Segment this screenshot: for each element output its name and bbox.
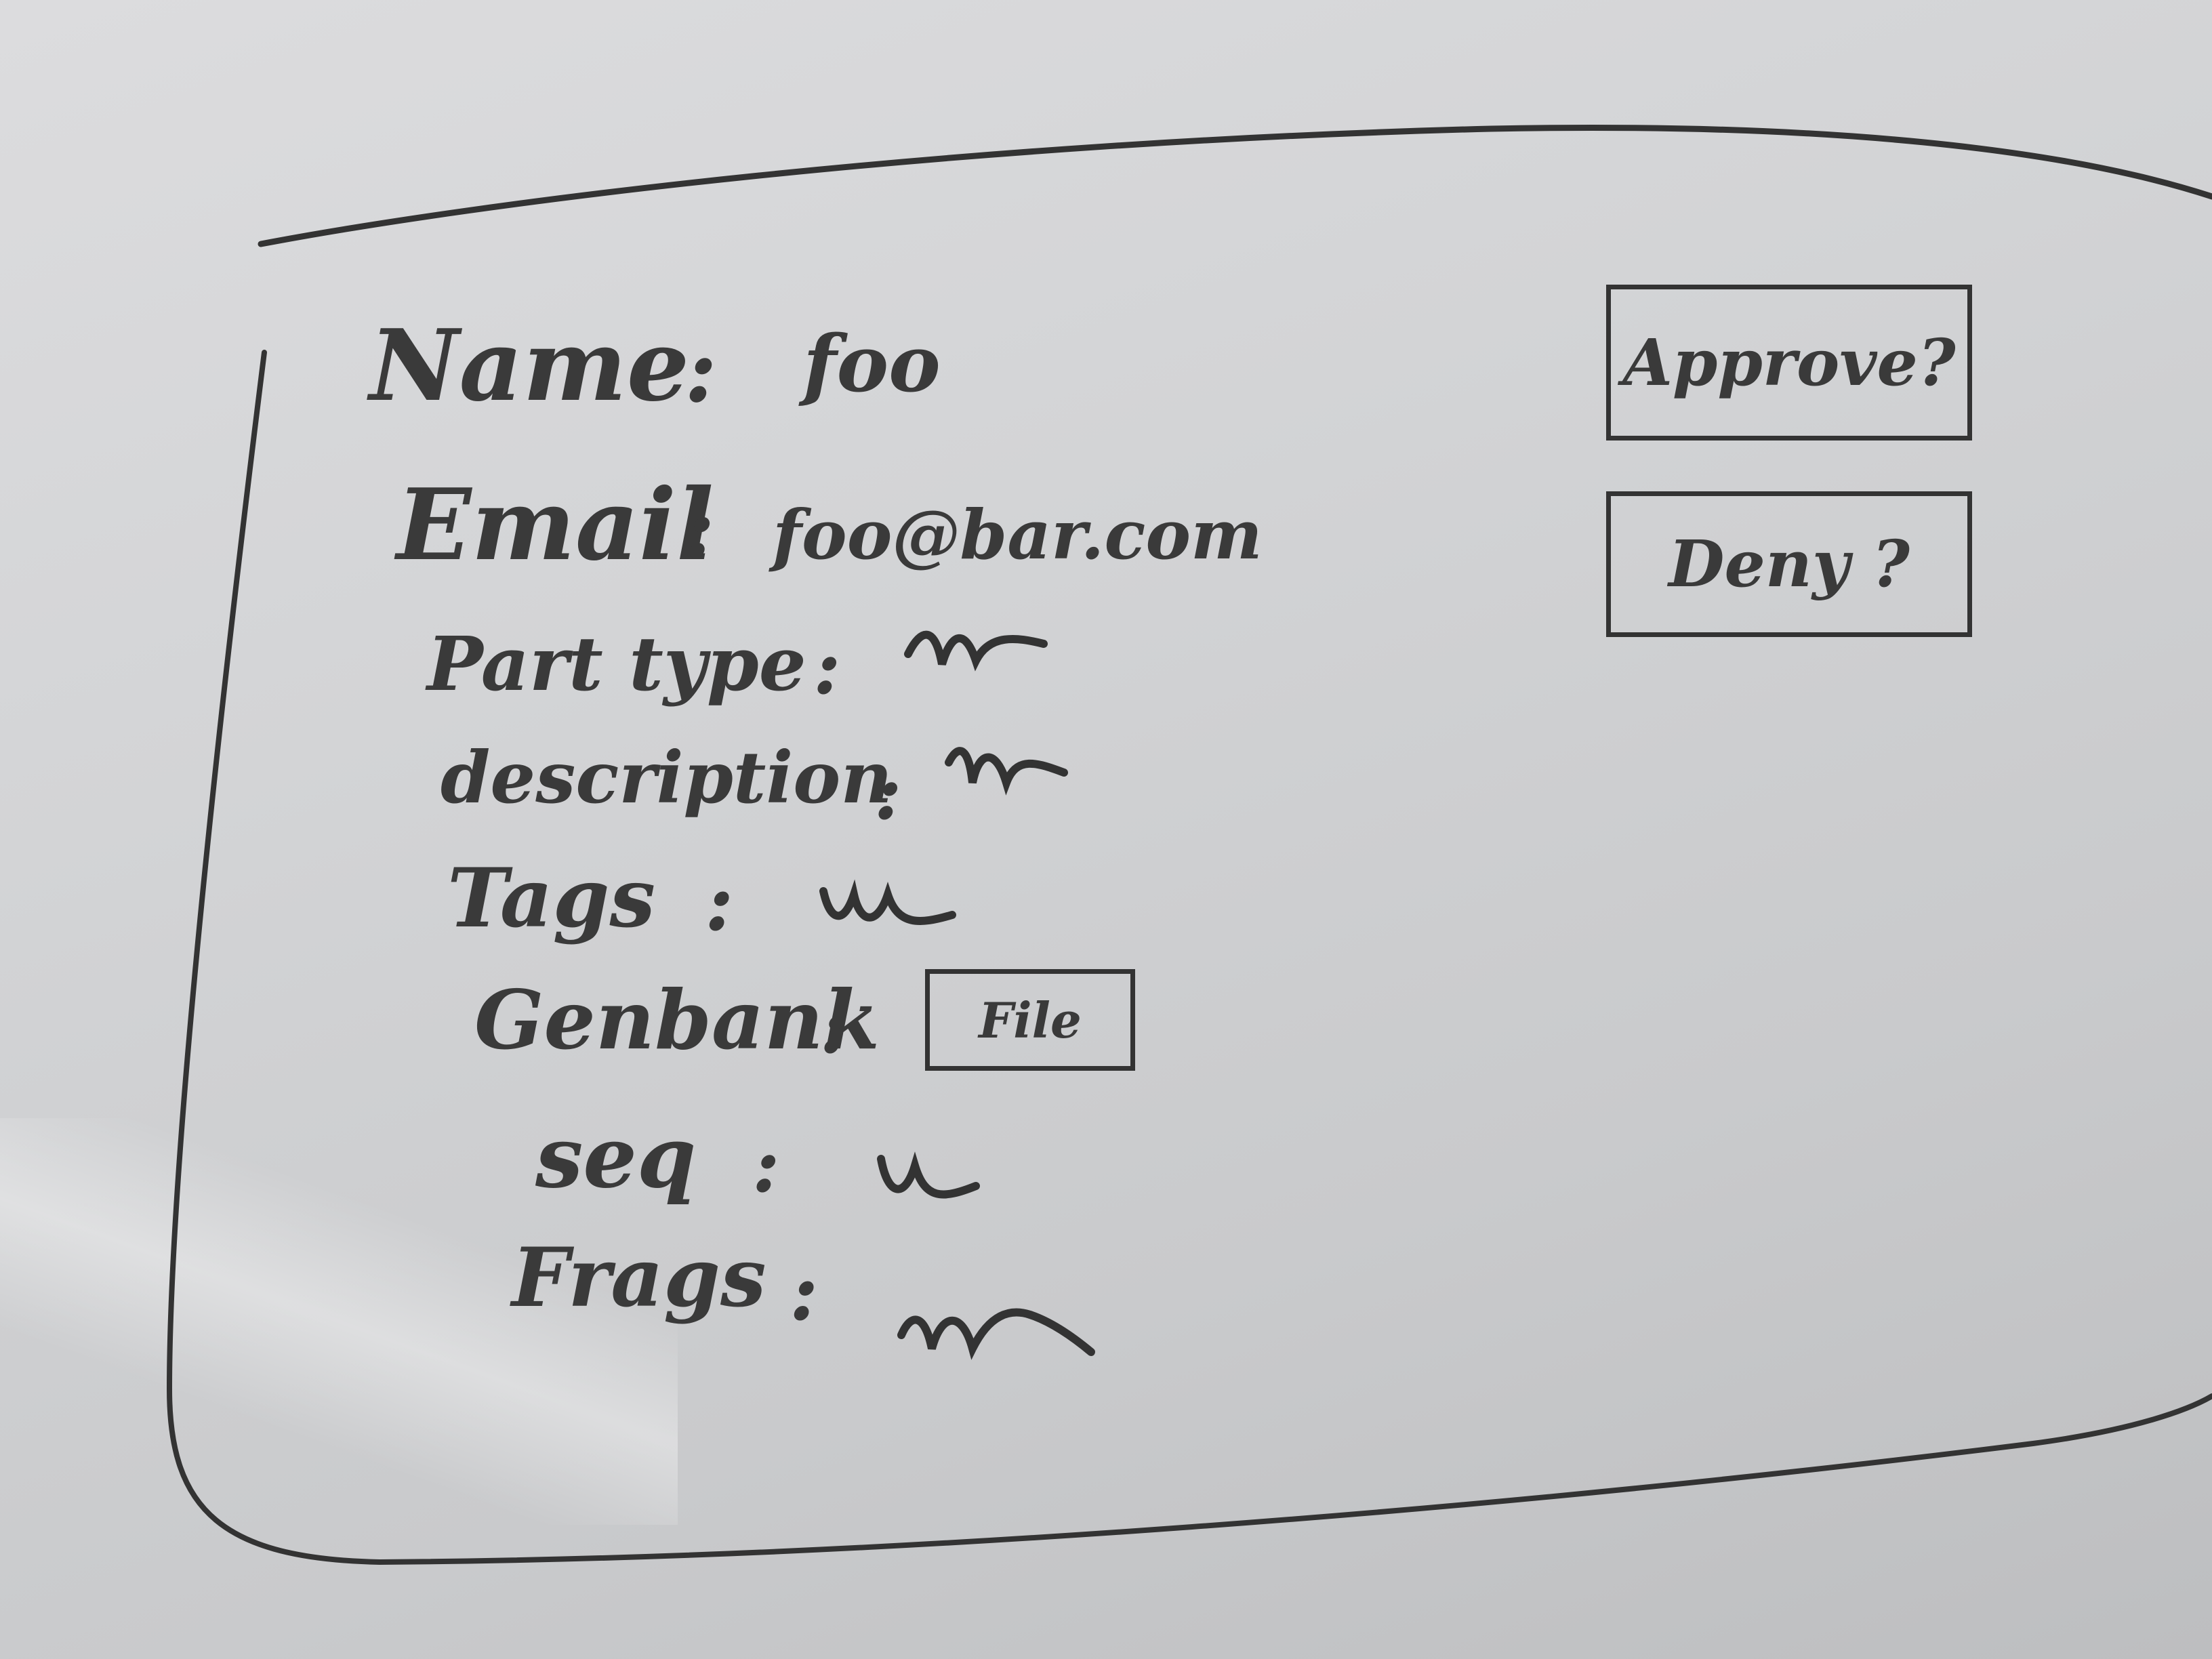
email-label: Email bbox=[396, 468, 714, 583]
description-separator: : bbox=[874, 749, 902, 836]
tags-label: Tags bbox=[447, 851, 656, 946]
frags-value-placeholder[interactable] bbox=[895, 1294, 1098, 1362]
description-label: description bbox=[441, 735, 893, 819]
part-type-value-placeholder[interactable] bbox=[901, 623, 1050, 678]
email-separator: : bbox=[684, 481, 715, 577]
genbank-label: Genbank bbox=[474, 972, 880, 1068]
approve-button-label: Approve? bbox=[1622, 325, 1956, 401]
genbank-file-button[interactable]: File bbox=[925, 969, 1135, 1071]
seq-label: seq bbox=[535, 1108, 697, 1207]
deny-button[interactable]: Deny ? bbox=[1606, 491, 1972, 637]
name-separator: : bbox=[684, 319, 717, 422]
description-value-placeholder[interactable] bbox=[942, 735, 1071, 796]
seq-separator: : bbox=[752, 1122, 780, 1209]
tags-value-placeholder[interactable] bbox=[817, 874, 959, 935]
frags-separator: : bbox=[790, 1247, 819, 1338]
genbank-separator: : bbox=[820, 983, 848, 1070]
seq-value-placeholder[interactable] bbox=[874, 1145, 983, 1206]
part-type-label: Part type bbox=[427, 620, 806, 708]
name-value[interactable]: foo bbox=[803, 319, 941, 410]
part-type-separator: : bbox=[813, 623, 841, 711]
approve-button[interactable]: Approve? bbox=[1606, 285, 1972, 441]
frags-label: Frags bbox=[512, 1230, 766, 1326]
tags-separator: : bbox=[705, 857, 734, 949]
file-button-label: File bbox=[979, 991, 1082, 1049]
deny-button-label: Deny ? bbox=[1668, 527, 1910, 602]
window-outline bbox=[166, 124, 2212, 1565]
email-value[interactable]: foo@bar.com bbox=[773, 495, 1263, 575]
name-label: Name bbox=[369, 308, 690, 424]
